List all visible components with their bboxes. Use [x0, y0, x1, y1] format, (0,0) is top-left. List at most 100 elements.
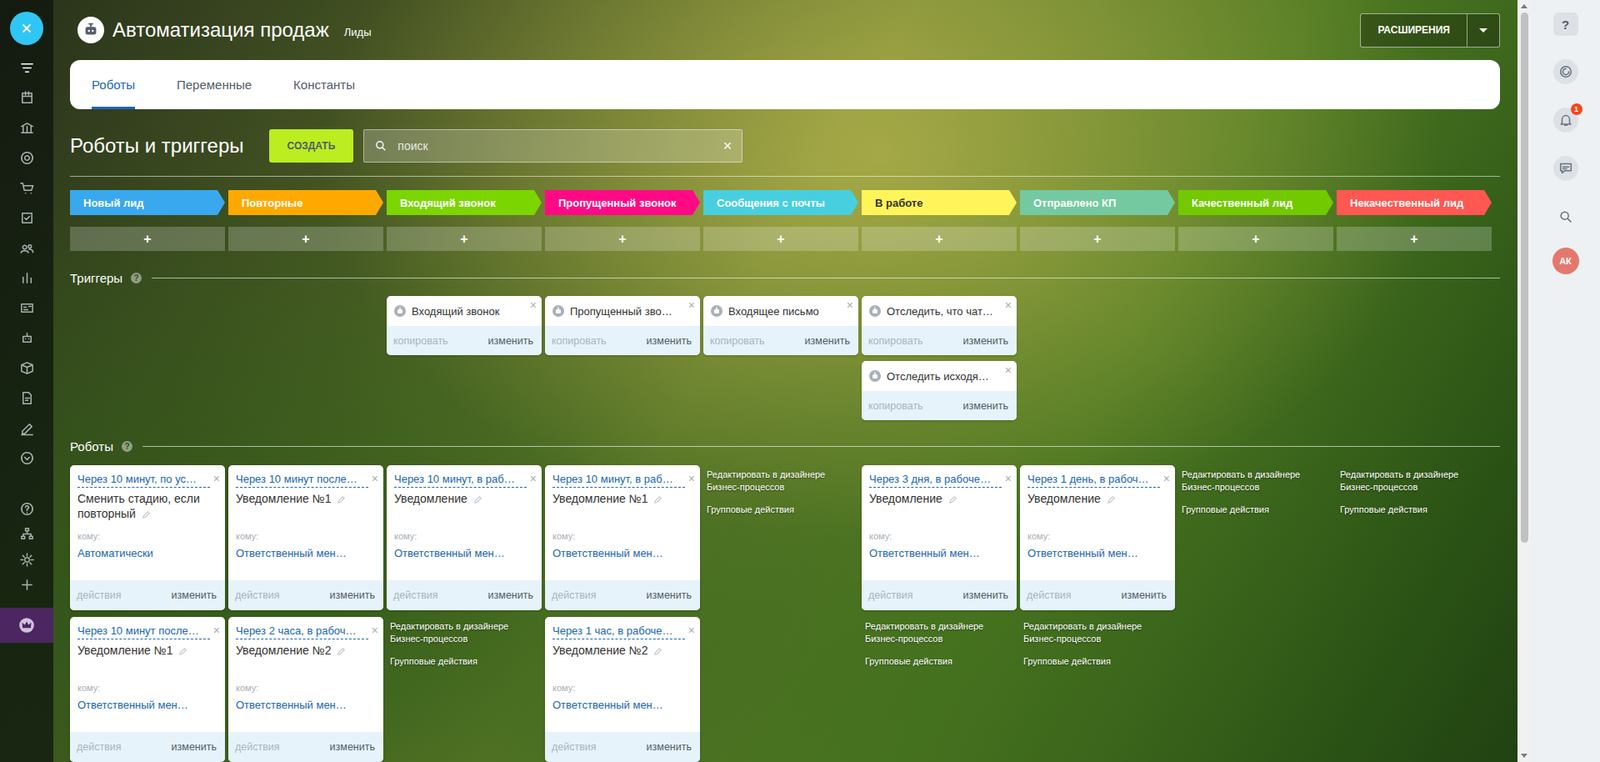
delete-button[interactable]: ×	[1005, 299, 1012, 311]
crm-icon[interactable]	[1553, 59, 1579, 85]
actions-link[interactable]: действия	[551, 740, 597, 753]
pencil-icon[interactable]	[336, 646, 346, 656]
column-link[interactable]: Редактировать в дизайнере Бизнес-процесс…	[1181, 468, 1307, 494]
sidebar-item[interactable]	[0, 382, 54, 413]
edit-link[interactable]: изменить	[805, 335, 850, 347]
stage[interactable]: Пропущенный звонок	[545, 190, 700, 215]
delete-button[interactable]: ×	[688, 299, 695, 311]
tab[interactable]: Роботы	[91, 60, 135, 110]
column-link[interactable]: Редактировать в дизайнере Бизнес-процесс…	[865, 620, 990, 645]
robot-delay[interactable]: Через 2 часа, в рабоч…	[235, 623, 369, 640]
edit-link[interactable]: изменить	[1121, 589, 1167, 601]
scrollbar-thumb[interactable]	[1520, 12, 1529, 543]
sidebar-item[interactable]	[0, 112, 54, 143]
edit-link[interactable]: изменить	[646, 335, 692, 347]
add-robot-button[interactable]: +	[703, 226, 859, 251]
robot-card[interactable]: Через 10 минут, по ус…×Сменить стадию, е…	[70, 465, 225, 610]
delete-button[interactable]: ×	[688, 472, 695, 485]
bell-icon[interactable]: 1	[1553, 107, 1579, 133]
sidebar-item[interactable]	[0, 202, 54, 233]
recipient-link[interactable]: Ответственный мен…	[394, 545, 537, 561]
stage[interactable]: В работе	[861, 190, 1017, 215]
edit-link[interactable]: изменить	[171, 740, 217, 753]
pencil-icon[interactable]	[336, 495, 346, 505]
edit-link[interactable]: изменить	[330, 589, 375, 601]
delete-button[interactable]: ×	[371, 472, 379, 485]
stage[interactable]: Сообщения с почты	[703, 190, 859, 215]
extensions-button[interactable]: РАСШИРЕНИЯ	[1360, 13, 1500, 48]
actions-link[interactable]: действия	[235, 740, 280, 753]
sidebar-item[interactable]	[0, 52, 54, 83]
sidebar-item[interactable]	[0, 322, 54, 353]
tab[interactable]: Переменные	[176, 60, 252, 110]
scroll-down-icon[interactable]	[1520, 753, 1528, 758]
pencil-icon[interactable]	[653, 646, 663, 656]
edit-link[interactable]: изменить	[488, 589, 534, 601]
edit-link[interactable]: изменить	[330, 740, 375, 753]
create-button[interactable]: СОЗДАТЬ	[269, 129, 355, 163]
edit-link[interactable]: изменить	[171, 589, 217, 601]
stage[interactable]: Некачественный лид	[1336, 190, 1492, 215]
copy-link[interactable]: копировать	[710, 335, 765, 347]
robot-delay[interactable]: Через 10 минут после…	[235, 471, 369, 488]
stage[interactable]: Входящий звонок	[386, 190, 542, 215]
add-robot-button[interactable]: +	[545, 226, 700, 251]
menu-toggle-button[interactable]	[10, 11, 44, 45]
trigger-card[interactable]: Отследить исходя…×копироватьизменить	[861, 360, 1017, 420]
recipient-link[interactable]: Ответственный мен…	[552, 697, 695, 713]
copy-link[interactable]: копировать	[868, 335, 924, 347]
trigger-card[interactable]: Входящее письмо×копироватьизменить	[703, 295, 859, 355]
stage[interactable]: Повторные	[228, 190, 384, 215]
recipient-link[interactable]: Ответственный мен…	[552, 545, 695, 561]
edit-link[interactable]: изменить	[646, 589, 692, 601]
add-robot-button[interactable]: +	[1178, 226, 1334, 251]
pencil-icon[interactable]	[948, 495, 958, 505]
sidebar-item[interactable]	[0, 352, 54, 383]
delete-button[interactable]: ×	[1005, 472, 1012, 485]
robot-delay[interactable]: Через 10 минут, в раб…	[552, 471, 685, 488]
delete-button[interactable]: ×	[530, 299, 537, 311]
pencil-icon[interactable]	[141, 510, 151, 520]
delete-button[interactable]: ×	[213, 624, 220, 636]
tab[interactable]: Константы	[293, 60, 355, 110]
robot-card[interactable]: Через 2 часа, в рабоч…×Уведомление №2 ко…	[228, 616, 384, 762]
column-link[interactable]: Редактировать в дизайнере Бизнес-процесс…	[1340, 468, 1465, 494]
recipient-link[interactable]: Ответственный мен…	[235, 545, 379, 561]
sidebar-item[interactable]	[0, 412, 54, 443]
delete-button[interactable]: ×	[213, 472, 220, 485]
clear-button[interactable]: ×	[723, 137, 733, 155]
actions-link[interactable]: действия	[76, 740, 122, 753]
trigger-card[interactable]: Пропущенный зво…×копироватьизменить	[545, 295, 700, 355]
pencil-icon[interactable]	[473, 495, 483, 505]
delete-button[interactable]: ×	[371, 624, 379, 636]
edit-link[interactable]: изменить	[963, 400, 1009, 412]
sidebar-item[interactable]	[0, 495, 54, 522]
sidebar-item[interactable]	[0, 521, 54, 548]
robot-delay[interactable]: Через 1 час, в рабоче…	[552, 623, 685, 640]
column-link[interactable]: Редактировать в дизайнере Бизнес-процесс…	[1023, 620, 1149, 645]
actions-link[interactable]: действия	[76, 589, 122, 601]
help-button[interactable]: ?	[130, 272, 142, 284]
trigger-card[interactable]: Отследить, что чат…×копироватьизменить	[861, 295, 1017, 355]
stage[interactable]: Качественный лид	[1178, 190, 1334, 215]
search-input[interactable]	[395, 138, 723, 154]
add-robot-button[interactable]: +	[228, 226, 384, 251]
delete-button[interactable]: ×	[1005, 364, 1012, 376]
help-button[interactable]: ?	[1553, 12, 1579, 36]
search-icon[interactable]	[1553, 204, 1579, 230]
copy-link[interactable]: копировать	[551, 335, 607, 347]
edit-link[interactable]: изменить	[488, 335, 534, 347]
robot-delay[interactable]: Через 10 минут, по ус…	[77, 471, 210, 488]
column-link[interactable]: Групповые действия	[390, 655, 515, 668]
sidebar-item[interactable]	[0, 572, 54, 599]
pencil-icon[interactable]	[653, 495, 663, 505]
robot-card[interactable]: Через 1 час, в рабоче…×Уведомление №2 ко…	[545, 616, 700, 762]
sidebar-item[interactable]	[0, 82, 54, 113]
copy-link[interactable]: копировать	[393, 335, 449, 347]
recipient-link[interactable]: Ответственный мен…	[1027, 545, 1170, 561]
add-robot-button[interactable]: +	[1020, 226, 1175, 251]
pencil-icon[interactable]	[1106, 495, 1116, 505]
add-robot-button[interactable]: +	[70, 226, 225, 251]
actions-link[interactable]: действия	[868, 589, 914, 601]
add-robot-button[interactable]: +	[386, 226, 542, 251]
